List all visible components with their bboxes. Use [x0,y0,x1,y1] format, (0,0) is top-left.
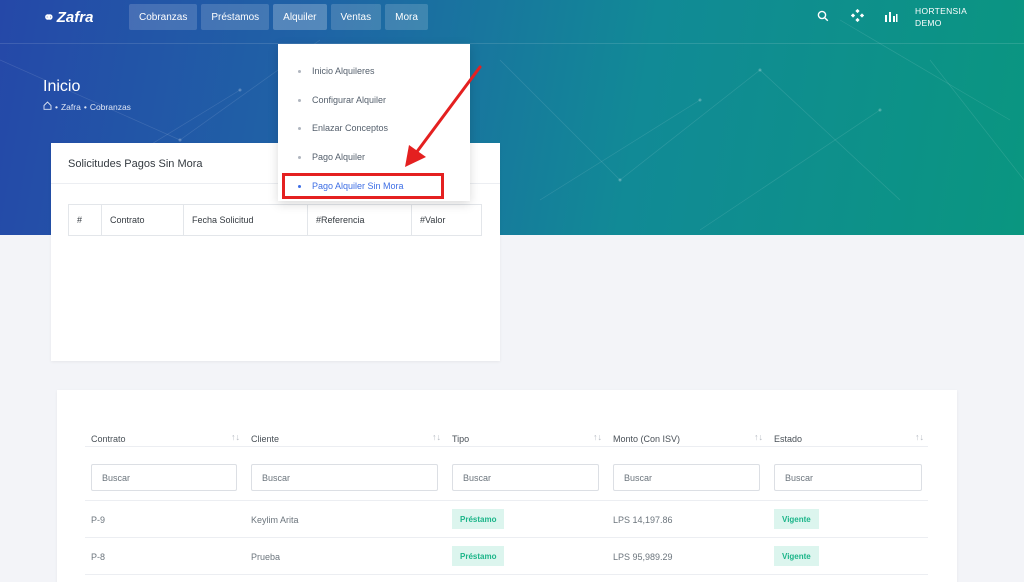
contracts-card: Contrato ↑↓ Cliente ↑↓ Tipo ↑↓ Monto (Co… [57,390,957,582]
user-name-line2: DEMO [915,18,942,28]
tipo-badge: Préstamo [452,509,505,529]
sort-icon[interactable]: ↑↓ [754,432,763,442]
search-icon[interactable] [816,10,830,25]
solicitudes-table: # Contrato Fecha Solicitud #Referencia #… [68,204,482,236]
cell-contrato: P-8 [91,552,106,562]
logo[interactable]: ⚭ Zafra [43,9,93,26]
apps-icon[interactable] [850,8,864,25]
user-name-line1: HORTENSIA [915,6,968,16]
nav-item-cobranzas[interactable]: Cobranzas [129,4,198,30]
user-menu[interactable]: HORTENSIA DEMO [915,5,967,29]
breadcrumb-separator: • [83,101,87,112]
cell-contrato: P-9 [91,515,106,525]
breadcrumb-item-zafra[interactable]: Zafra [61,102,81,112]
cell-cliente: Keylim Arita [251,515,299,525]
search-input-estado[interactable] [774,464,922,491]
search-input-cliente[interactable] [251,464,438,491]
nav-item-mora[interactable]: Mora [385,4,428,30]
column-header-contrato[interactable]: Contrato [91,434,126,444]
nav-item-alquiler[interactable]: Alquiler [273,4,327,30]
cell-monto: LPS 14,197.86 [613,515,673,525]
page-title: Inicio [43,78,81,95]
column-header-contrato: Contrato [101,204,184,236]
breadcrumb: • Zafra • Cobranzas [43,101,131,112]
menu-item-inicio-alquileres[interactable]: Inicio Alquileres [278,57,470,85]
cell-cliente: Prueba [251,552,281,562]
search-input-monto[interactable] [613,464,760,491]
sort-icon[interactable]: ↑↓ [593,432,602,442]
tipo-badge: Préstamo [452,546,505,566]
sort-icon[interactable]: ↑↓ [915,432,924,442]
top-icons [816,8,898,25]
column-header-estado[interactable]: Estado [774,434,802,444]
column-header-valor: #Valor [411,204,482,236]
table-row[interactable]: P-8 Prueba Préstamo LPS 95,989.29 Vigent… [85,538,928,575]
logo-icon: ⚭ [43,9,55,25]
nav-item-prestamos[interactable]: Préstamos [201,4,270,30]
column-header-monto[interactable]: Monto (Con ISV) [613,434,680,444]
table-header: Contrato ↑↓ Cliente ↑↓ Tipo ↑↓ Monto (Co… [85,426,928,447]
home-icon[interactable] [43,101,52,112]
logo-text: Zafra [56,9,94,26]
column-header-referencia: #Referencia [307,204,412,236]
sort-icon[interactable]: ↑↓ [432,432,441,442]
topbar: ⚭ Zafra Cobranzas Préstamos Alquiler Ven… [0,0,1024,44]
menu-item-configurar-alquiler[interactable]: Configurar Alquiler [278,86,470,114]
column-header-number: # [68,204,102,236]
breadcrumb-separator: • [55,101,58,112]
menu-item-enlazar-conceptos[interactable]: Enlazar Conceptos [278,114,470,142]
column-header-fecha-solicitud: Fecha Solicitud [183,204,308,236]
table-row[interactable]: P-9 Keylim Arita Préstamo LPS 14,197.86 … [85,501,928,538]
search-row [85,451,928,501]
search-input-contrato[interactable] [91,464,237,491]
menu-item-pago-alquiler[interactable]: Pago Alquiler [278,143,470,171]
breadcrumb-item-cobranzas[interactable]: Cobranzas [90,102,131,112]
cell-monto: LPS 95,989.29 [613,552,673,562]
nav-item-ventas[interactable]: Ventas [330,4,382,30]
status-badge: Vigente [774,509,819,529]
column-header-tipo[interactable]: Tipo [452,434,469,444]
column-header-cliente[interactable]: Cliente [251,434,279,444]
chart-bars-icon[interactable] [884,10,898,25]
status-badge: Vigente [774,546,819,566]
main-nav: Cobranzas Préstamos Alquiler Ventas Mora [129,4,428,30]
annotation-highlight-box [282,173,444,199]
search-input-tipo[interactable] [452,464,599,491]
sort-icon[interactable]: ↑↓ [231,432,240,442]
